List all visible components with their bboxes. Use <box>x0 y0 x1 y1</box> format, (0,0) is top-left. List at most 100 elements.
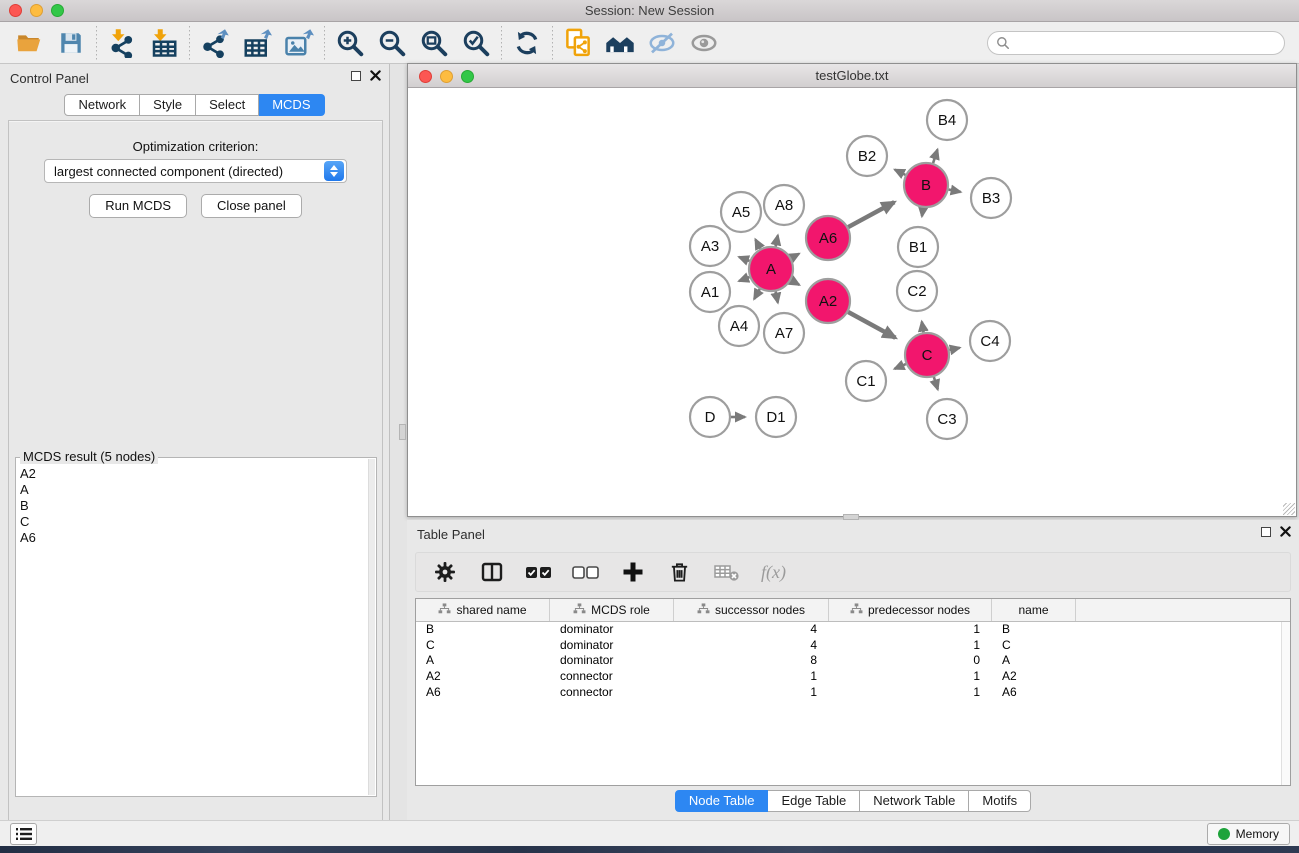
table-row[interactable]: A2connector11A2 <box>416 669 1281 685</box>
edge-C-C4[interactable] <box>949 348 959 350</box>
node-D[interactable]: D <box>690 397 730 437</box>
zoom-in-icon[interactable] <box>329 25 371 61</box>
tab-select[interactable]: Select <box>196 94 259 116</box>
apply-layout-icon[interactable] <box>506 25 548 61</box>
network-window-titlebar[interactable]: testGlobe.txt <box>408 64 1296 88</box>
zoom-fit-icon[interactable] <box>413 25 455 61</box>
node-A7[interactable]: A7 <box>764 313 804 353</box>
column-header-name[interactable]: name <box>992 599 1076 621</box>
result-item[interactable]: A <box>20 482 367 498</box>
splitter-handle-vertical[interactable] <box>399 424 406 440</box>
node-A5[interactable]: A5 <box>721 192 761 232</box>
table-row[interactable]: Adominator80A <box>416 653 1281 669</box>
edge-B-B1[interactable] <box>922 208 923 216</box>
function-builder-icon[interactable]: f(x) <box>755 555 792 589</box>
window-resize-grip[interactable] <box>1283 503 1295 515</box>
node-C1[interactable]: C1 <box>846 361 886 401</box>
tab-motifs[interactable]: Motifs <box>969 790 1031 812</box>
result-scrollbar[interactable] <box>368 459 375 795</box>
zoom-selected-icon[interactable] <box>455 25 497 61</box>
node-A[interactable]: A <box>749 247 793 291</box>
mcds-result-list[interactable]: A2ABCA6 <box>20 466 367 794</box>
import-table-icon[interactable] <box>143 25 185 61</box>
show-columns-icon[interactable] <box>473 555 510 589</box>
import-network-icon[interactable] <box>101 25 143 61</box>
add-row-icon[interactable] <box>614 555 651 589</box>
column-header-predecessor-nodes[interactable]: predecessor nodes <box>829 599 992 621</box>
edge-A2-C[interactable] <box>848 312 895 338</box>
node-A6[interactable]: A6 <box>806 216 850 260</box>
first-neighbors-icon[interactable] <box>599 25 641 61</box>
edge-A-A2[interactable] <box>791 280 799 285</box>
edge-B-B2[interactable] <box>895 170 906 175</box>
edge-A6-B[interactable] <box>848 202 894 227</box>
select-all-icon[interactable] <box>520 555 557 589</box>
edge-C-C3[interactable] <box>934 377 938 389</box>
node-D1[interactable]: D1 <box>756 397 796 437</box>
show-all-icon[interactable] <box>683 25 725 61</box>
node-C[interactable]: C <box>905 333 949 377</box>
run-mcds-button[interactable]: Run MCDS <box>89 194 187 218</box>
tab-network[interactable]: Network <box>64 94 140 116</box>
edge-B-B3[interactable] <box>949 190 961 192</box>
column-header-shared-name[interactable]: shared name <box>416 599 550 621</box>
zoom-out-icon[interactable] <box>371 25 413 61</box>
settings-gear-icon[interactable] <box>426 555 463 589</box>
node-C2[interactable]: C2 <box>897 271 937 311</box>
table-row[interactable]: A6connector11A6 <box>416 685 1281 701</box>
node-B1[interactable]: B1 <box>898 227 938 267</box>
tab-mcds[interactable]: MCDS <box>259 94 324 116</box>
task-history-button[interactable] <box>10 823 37 845</box>
float-table-panel-icon[interactable] <box>1261 527 1271 537</box>
edge-A-A1[interactable] <box>739 277 749 281</box>
node-C3[interactable]: C3 <box>927 399 967 439</box>
export-image-icon[interactable] <box>278 25 320 61</box>
node-B[interactable]: B <box>904 163 948 207</box>
optimization-criterion-select[interactable]: largest connected component (directed) <box>44 159 347 183</box>
node-C4[interactable]: C4 <box>970 321 1010 361</box>
table-row[interactable]: Bdominator41B <box>416 622 1281 638</box>
node-A3[interactable]: A3 <box>690 226 730 266</box>
column-header-successor-nodes[interactable]: successor nodes <box>674 599 829 621</box>
network-canvas[interactable]: B4B2BB3A5A8A6B1A3AC2A1A2A4A7C4CC1C3DD1 <box>408 88 1296 516</box>
node-A4[interactable]: A4 <box>719 306 759 346</box>
export-network-icon[interactable] <box>194 25 236 61</box>
save-session-icon[interactable] <box>50 25 92 61</box>
column-header-MCDS-role[interactable]: MCDS role <box>550 599 674 621</box>
node-A2[interactable]: A2 <box>806 279 850 323</box>
node-B3[interactable]: B3 <box>971 178 1011 218</box>
tab-node-table[interactable]: Node Table <box>675 790 769 812</box>
edge-C-C1[interactable] <box>895 364 906 369</box>
memory-button[interactable]: Memory <box>1207 823 1290 845</box>
edge-A-A8[interactable] <box>776 235 778 246</box>
result-item[interactable]: C <box>20 514 367 530</box>
float-panel-icon[interactable] <box>351 71 361 81</box>
edge-A-A5[interactable] <box>755 239 760 248</box>
close-table-panel-icon[interactable] <box>1280 526 1291 537</box>
node-B4[interactable]: B4 <box>927 100 967 140</box>
result-item[interactable]: A2 <box>20 466 367 482</box>
search-input[interactable] <box>1014 33 1284 53</box>
result-item[interactable]: A6 <box>20 530 367 546</box>
hide-selected-icon[interactable] <box>641 25 683 61</box>
tab-style[interactable]: Style <box>140 94 196 116</box>
table-row[interactable]: Cdominator41C <box>416 638 1281 654</box>
tab-edge-table[interactable]: Edge Table <box>768 790 860 812</box>
new-network-from-selection-icon[interactable] <box>557 25 599 61</box>
table-scrollbar[interactable] <box>1281 622 1290 785</box>
node-A8[interactable]: A8 <box>764 185 804 225</box>
deselect-all-icon[interactable] <box>567 555 604 589</box>
tab-network-table[interactable]: Network Table <box>860 790 969 812</box>
edge-B-B4[interactable] <box>933 149 937 163</box>
export-table-icon[interactable] <box>236 25 278 61</box>
result-item[interactable]: B <box>20 498 367 514</box>
node-A1[interactable]: A1 <box>690 272 730 312</box>
delete-row-icon[interactable] <box>661 555 698 589</box>
edge-C-C2[interactable] <box>922 322 924 333</box>
edge-A-A6[interactable] <box>791 254 799 258</box>
edge-A-A4[interactable] <box>754 289 760 299</box>
search-field[interactable] <box>987 31 1285 55</box>
open-file-icon[interactable] <box>8 25 50 61</box>
edge-A-A3[interactable] <box>739 257 749 261</box>
close-panel-icon[interactable] <box>370 70 381 81</box>
